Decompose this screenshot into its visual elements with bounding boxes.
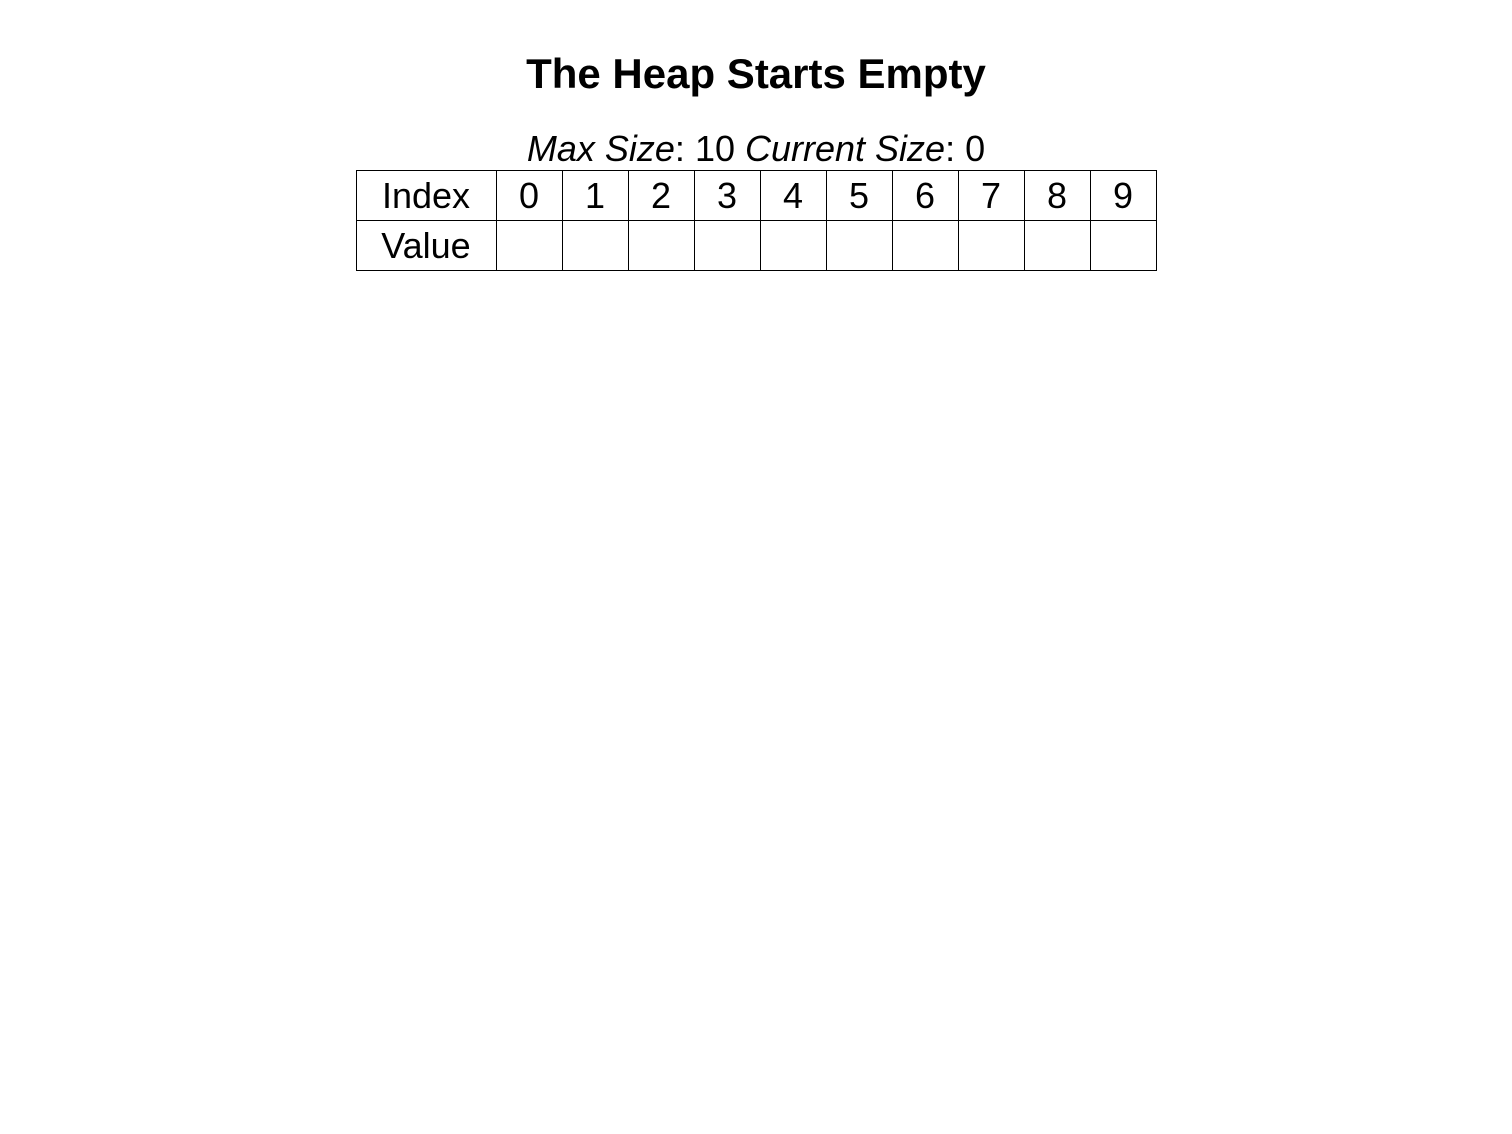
max-size-value: 10 bbox=[695, 128, 735, 169]
index-cell: 4 bbox=[760, 171, 826, 221]
index-cell: 5 bbox=[826, 171, 892, 221]
index-cell: 9 bbox=[1090, 171, 1156, 221]
colon-1: : bbox=[675, 128, 695, 169]
spacer-1 bbox=[735, 128, 745, 169]
index-row: Index 0 1 2 3 4 5 6 7 8 9 bbox=[356, 171, 1156, 221]
max-size-label: Max Size bbox=[527, 128, 675, 169]
index-row-label: Index bbox=[356, 171, 496, 221]
value-cell bbox=[694, 221, 760, 271]
value-cell bbox=[1090, 221, 1156, 271]
index-cell: 0 bbox=[496, 171, 562, 221]
value-cell bbox=[958, 221, 1024, 271]
index-cell: 7 bbox=[958, 171, 1024, 221]
index-cell: 6 bbox=[892, 171, 958, 221]
heap-table-container: Index 0 1 2 3 4 5 6 7 8 9 Value bbox=[0, 170, 1512, 271]
index-cell: 8 bbox=[1024, 171, 1090, 221]
colon-2: : bbox=[945, 128, 965, 169]
slide-title: The Heap Starts Empty bbox=[0, 50, 1512, 98]
value-cell bbox=[1024, 221, 1090, 271]
current-size-label: Current Size bbox=[745, 128, 945, 169]
value-row: Value bbox=[356, 221, 1156, 271]
index-cell: 3 bbox=[694, 171, 760, 221]
value-cell bbox=[826, 221, 892, 271]
current-size-value: 0 bbox=[965, 128, 985, 169]
index-cell: 2 bbox=[628, 171, 694, 221]
value-cell bbox=[760, 221, 826, 271]
value-cell bbox=[892, 221, 958, 271]
slide-content: The Heap Starts Empty Max Size: 10 Curre… bbox=[0, 0, 1512, 271]
value-cell bbox=[628, 221, 694, 271]
index-cell: 1 bbox=[562, 171, 628, 221]
size-info-line: Max Size: 10 Current Size: 0 bbox=[0, 128, 1512, 170]
value-row-label: Value bbox=[356, 221, 496, 271]
heap-array-table: Index 0 1 2 3 4 5 6 7 8 9 Value bbox=[356, 170, 1157, 271]
value-cell bbox=[562, 221, 628, 271]
value-cell bbox=[496, 221, 562, 271]
